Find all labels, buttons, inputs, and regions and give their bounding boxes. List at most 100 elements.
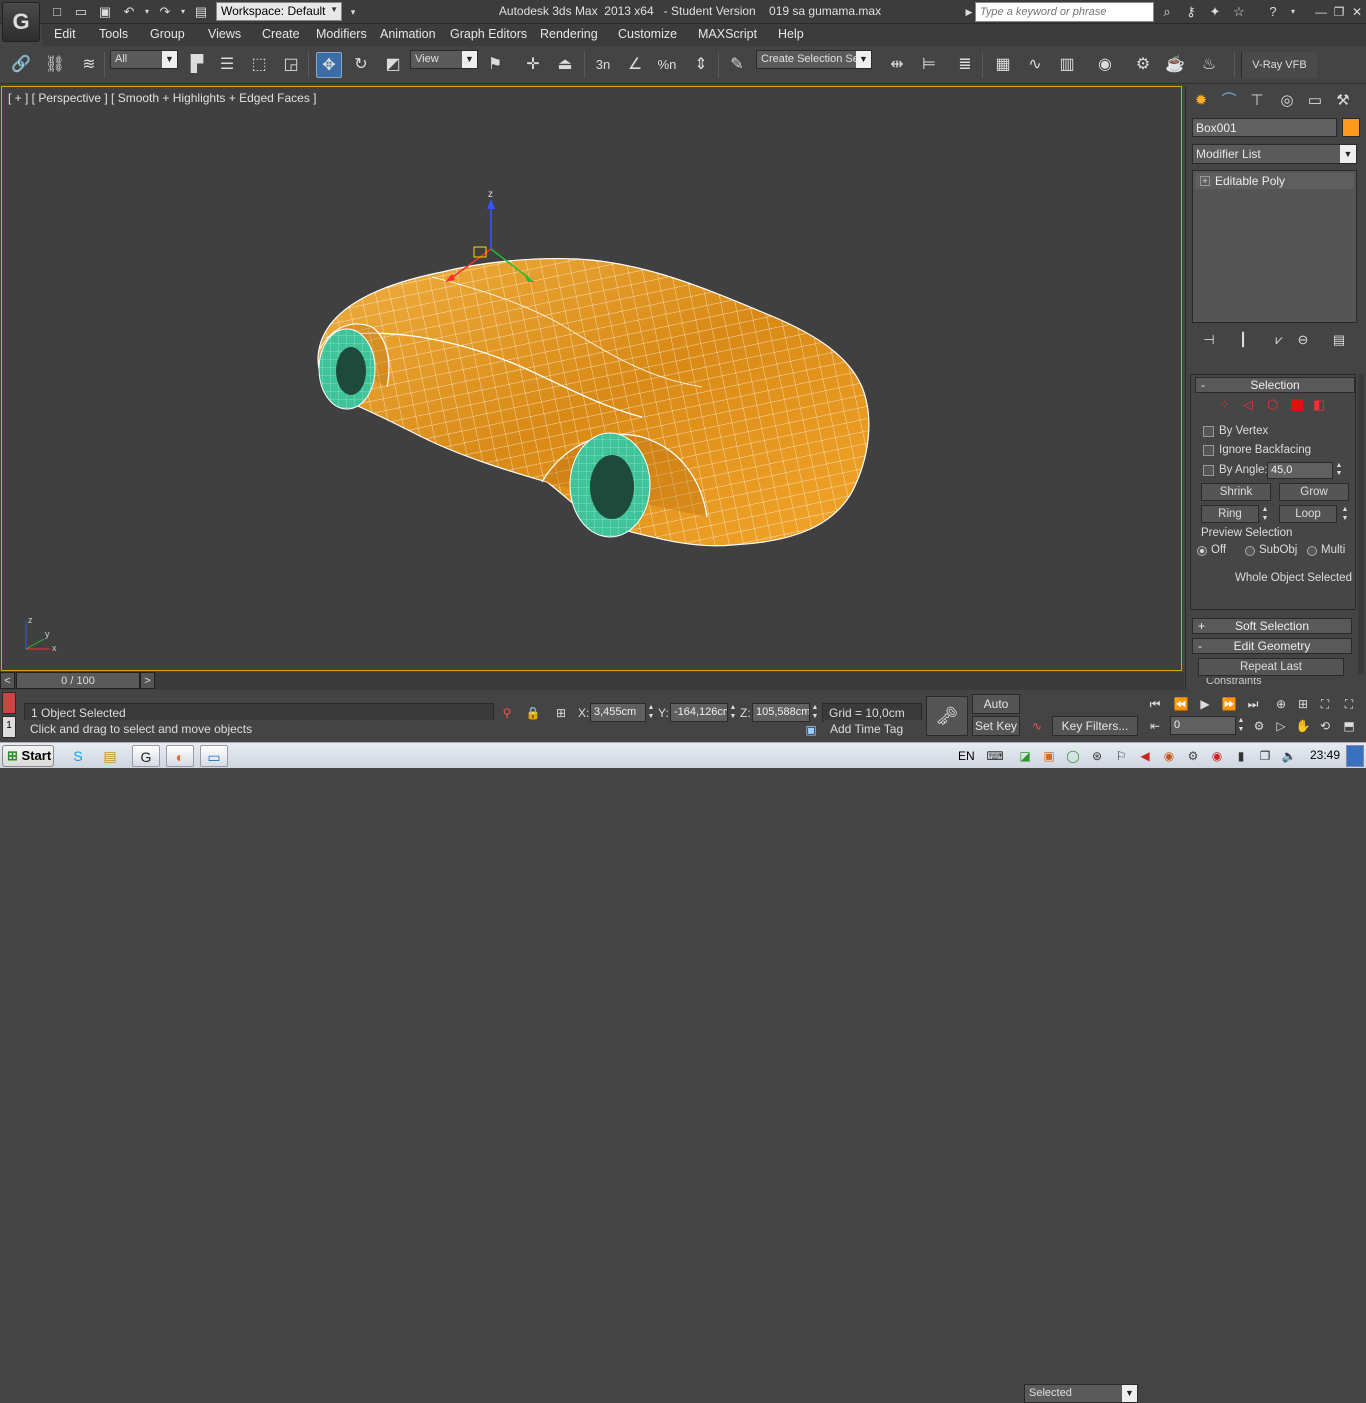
motion-tab-icon[interactable]: ◎ [1274, 90, 1300, 112]
signal-tray-icon[interactable]: ▮ [1232, 747, 1250, 765]
utilities-tab-icon[interactable]: ⚒ [1330, 90, 1356, 112]
key-mode-toggle-icon[interactable]: ⇤ [1144, 716, 1166, 736]
curve-editor-icon[interactable]: ∿ [1022, 52, 1048, 78]
stack-item-editable-poly[interactable]: + Editable Poly [1195, 173, 1354, 189]
flag-tray-icon[interactable]: ⚐ [1112, 747, 1130, 765]
loop-spinner[interactable]: ▲ ▼ [1341, 505, 1349, 523]
app-menu-button[interactable]: G [2, 2, 40, 42]
vertex-mode-icon[interactable]: ⁘ [1219, 397, 1230, 413]
object-color-swatch[interactable] [1342, 118, 1360, 137]
x-coordinate-field[interactable]: 3,455cm [590, 703, 646, 722]
go-to-start-icon[interactable]: ⏮ [1144, 694, 1166, 714]
render-production-icon[interactable]: ♨ [1196, 52, 1222, 78]
undo-icon[interactable]: ↶ [120, 3, 138, 21]
menu-views[interactable]: Views [208, 27, 241, 41]
y-coordinate-field[interactable]: -164,126cm [670, 703, 728, 722]
menu-animation[interactable]: Animation [380, 27, 436, 41]
layer-manager-icon[interactable]: ≣ [952, 52, 978, 78]
time-tag-icon[interactable]: ▣ [800, 720, 822, 740]
align-icon[interactable]: ⊨ [916, 52, 942, 78]
ring-button[interactable]: Ring [1201, 505, 1259, 523]
polygon-mode-icon[interactable] [1291, 399, 1303, 411]
car-model[interactable]: z [2, 87, 1181, 670]
firefox-icon[interactable]: ◐ [166, 745, 194, 767]
by-angle-checkbox[interactable] [1203, 465, 1214, 476]
time-slider-prev[interactable]: < [0, 672, 15, 689]
reference-coordinate-dropdown[interactable]: View ▼ [410, 50, 478, 69]
maxscript-mini-listener[interactable]: 1 [2, 716, 16, 738]
set-key-mode-key-icon[interactable]: 🗝 [926, 696, 968, 736]
hierarchy-tab-icon[interactable]: ⊤ [1244, 90, 1270, 112]
selection-filter-dropdown[interactable]: All ▼ [110, 50, 178, 69]
speaker-red-tray-icon[interactable]: ◀ [1136, 747, 1154, 765]
project-folder-icon[interactable]: ▤ [192, 3, 210, 21]
orange-tray-icon[interactable]: ▣ [1040, 747, 1058, 765]
menu-rendering[interactable]: Rendering [540, 27, 598, 41]
absolute-mode-transform-icon[interactable]: ⊞ [550, 703, 572, 723]
scene-explorer-icon[interactable]: ▦ [990, 52, 1016, 78]
grow-button[interactable]: Grow [1279, 483, 1349, 501]
field-of-view-icon[interactable]: ▷ [1270, 716, 1292, 736]
select-by-name-icon[interactable]: ☰ [214, 52, 240, 78]
rear-wheel[interactable] [318, 328, 376, 410]
key-mode-dropdown[interactable]: Selected ▼ [1024, 1384, 1138, 1403]
minimize-icon[interactable]: — [1312, 3, 1330, 21]
workspace-dropdown[interactable]: Workspace: Default ▼ [216, 2, 342, 21]
redo-dropdown-icon[interactable]: ▾ [174, 3, 192, 21]
perspective-viewport[interactable]: [ + ] [ Perspective ] [ Smooth + Highlig… [1, 86, 1182, 671]
keyboard-tray-icon[interactable]: ⌨ [986, 747, 1004, 765]
maximize-viewport-icon[interactable]: ⬒ [1338, 716, 1360, 736]
menu-group[interactable]: Group [150, 27, 185, 41]
border-mode-icon[interactable]: ⬡ [1267, 397, 1278, 413]
select-and-link-icon[interactable]: 🔗 [8, 52, 34, 78]
volume-tray-icon[interactable]: 🔈 [1280, 747, 1298, 765]
subscription-key-icon[interactable]: ⚷ [1182, 3, 1200, 21]
orbit-icon[interactable]: ⟲ [1314, 716, 1336, 736]
use-pivot-center-icon[interactable]: ⚑ [482, 52, 508, 78]
window-crossing-icon[interactable]: ◲ [278, 52, 304, 78]
open-file-icon[interactable]: ▭ [72, 3, 90, 21]
favorites-star-icon[interactable]: ☆ [1230, 3, 1248, 21]
show-end-result-icon[interactable]: ┃ [1232, 330, 1254, 350]
soft-selection-rollout-header[interactable]: + Soft Selection [1192, 618, 1352, 634]
preview-multi-radio[interactable] [1307, 546, 1317, 556]
command-panel-scrollbar[interactable] [1358, 374, 1364, 674]
menu-help[interactable]: Help [778, 27, 804, 41]
language-indicator[interactable]: EN [958, 749, 975, 763]
menu-graph-editors[interactable]: Graph Editors [450, 27, 527, 41]
undo-dropdown-icon[interactable]: ▾ [138, 3, 156, 21]
close-icon[interactable]: ✕ [1348, 3, 1366, 21]
select-and-rotate-icon[interactable]: ↻ [348, 52, 374, 78]
material-editor-icon[interactable]: ◉ [1092, 52, 1118, 78]
zoom-icon[interactable]: ⊕ [1270, 694, 1292, 714]
window-taskbar-icon[interactable]: ▭ [200, 745, 228, 767]
auto-key-button[interactable]: Auto Key [972, 694, 1020, 729]
loop-button[interactable]: Loop [1279, 505, 1337, 523]
named-selection-set-dropdown[interactable]: Create Selection Se ▼ [756, 50, 872, 69]
redo-icon[interactable]: ↷ [156, 3, 174, 21]
current-frame-field[interactable]: 0 [1170, 716, 1236, 735]
percent-snap-icon[interactable]: %n [654, 52, 680, 78]
angle-value-field[interactable]: 45,0 [1267, 462, 1333, 479]
nvidia-tray-icon[interactable]: ◪ [1016, 747, 1034, 765]
maxscript-mini-listener-pink[interactable] [2, 692, 16, 714]
select-and-manipulate-icon[interactable]: ✛ [520, 52, 546, 78]
preview-off-radio[interactable] [1197, 546, 1207, 556]
modify-tab-icon[interactable]: ⌒ [1216, 90, 1242, 112]
selection-rollout-header[interactable]: - Selection [1195, 377, 1355, 393]
select-and-move-icon[interactable]: ✥ [316, 52, 342, 78]
modifier-list-dropdown[interactable]: Modifier List ▼ [1192, 144, 1357, 164]
by-vertex-checkbox[interactable] [1203, 426, 1214, 437]
mirror-icon[interactable]: ⇹ [884, 52, 910, 78]
front-wheel[interactable] [569, 432, 651, 538]
configure-modifier-sets-icon[interactable]: ▤ [1328, 330, 1350, 350]
communication-icon[interactable]: ✦ [1206, 3, 1224, 21]
menu-edit[interactable]: Edit [54, 27, 76, 41]
isolate-selection-icon[interactable]: ⚲ [496, 703, 518, 723]
repeat-last-button[interactable]: Repeat Last [1198, 658, 1344, 676]
pan-view-icon[interactable]: ✋ [1292, 716, 1314, 736]
zoom-extents-icon[interactable]: ⛶ [1314, 694, 1336, 714]
binoculars-icon[interactable]: ⌕ [1158, 3, 1176, 21]
display-tab-icon[interactable]: ▭ [1302, 90, 1328, 112]
help-icon[interactable]: ? [1264, 3, 1282, 21]
